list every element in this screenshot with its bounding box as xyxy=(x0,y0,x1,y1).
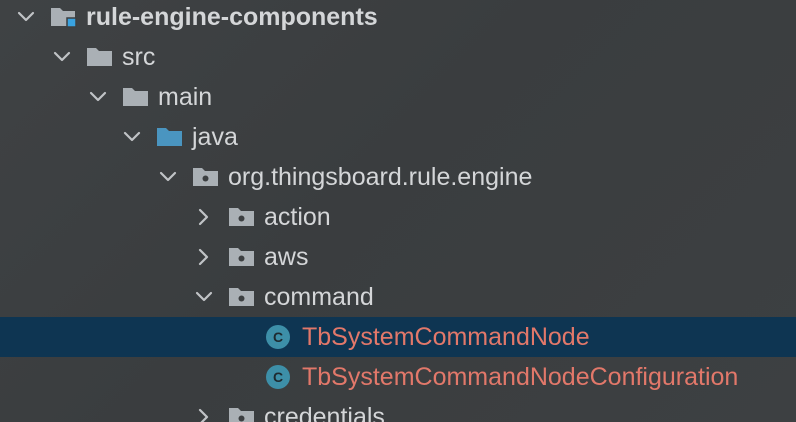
chevron-down-icon[interactable] xyxy=(158,167,178,187)
class-icon: C xyxy=(264,325,292,349)
tree-item-command[interactable]: command xyxy=(0,277,796,317)
tree-item-label: TbSystemCommandNode xyxy=(302,323,590,351)
package-icon xyxy=(228,245,256,269)
module-folder-icon xyxy=(50,5,78,29)
tree-item-src[interactable]: src xyxy=(0,37,796,77)
tree-item-label: main xyxy=(158,83,213,111)
package-icon xyxy=(228,205,256,229)
tree-item-class-tbsystemcommandnodeconfiguration[interactable]: C TbSystemCommandNodeConfiguration xyxy=(0,357,796,397)
source-folder-icon xyxy=(156,125,184,149)
chevron-down-icon[interactable] xyxy=(88,87,108,107)
tree-item-label: rule-engine-components xyxy=(86,3,378,31)
svg-text:C: C xyxy=(273,369,283,385)
folder-icon xyxy=(86,45,114,69)
package-icon xyxy=(228,405,256,422)
tree-item-credentials[interactable]: credentials xyxy=(0,397,796,422)
tree-item-label: credentials xyxy=(264,403,385,422)
chevron-down-icon[interactable] xyxy=(52,47,72,67)
tree-item-label: command xyxy=(264,283,374,311)
package-icon xyxy=(192,165,220,189)
package-icon xyxy=(228,285,256,309)
chevron-right-icon[interactable] xyxy=(194,247,214,267)
project-tree: rule-engine-components src main java org… xyxy=(0,0,796,422)
tree-item-label: java xyxy=(192,123,238,151)
chevron-right-icon[interactable] xyxy=(194,207,214,227)
tree-item-aws[interactable]: aws xyxy=(0,237,796,277)
chevron-down-icon[interactable] xyxy=(194,287,214,307)
tree-item-label: action xyxy=(264,203,331,231)
tree-item-java[interactable]: java xyxy=(0,117,796,157)
class-icon: C xyxy=(264,365,292,389)
tree-item-label: TbSystemCommandNodeConfiguration xyxy=(302,363,739,391)
tree-item-class-tbsystemcommandnode[interactable]: C TbSystemCommandNode xyxy=(0,317,796,357)
tree-item-package-root[interactable]: org.thingsboard.rule.engine xyxy=(0,157,796,197)
tree-item-action[interactable]: action xyxy=(0,197,796,237)
tree-item-label: org.thingsboard.rule.engine xyxy=(228,163,533,191)
tree-item-label: src xyxy=(122,43,156,71)
chevron-right-icon[interactable] xyxy=(194,407,214,422)
chevron-down-icon[interactable] xyxy=(16,7,36,27)
tree-item-module[interactable]: rule-engine-components xyxy=(0,0,796,37)
chevron-down-icon[interactable] xyxy=(122,127,142,147)
tree-item-label: aws xyxy=(264,243,309,271)
tree-item-main[interactable]: main xyxy=(0,77,796,117)
svg-text:C: C xyxy=(273,329,283,345)
folder-icon xyxy=(122,85,150,109)
